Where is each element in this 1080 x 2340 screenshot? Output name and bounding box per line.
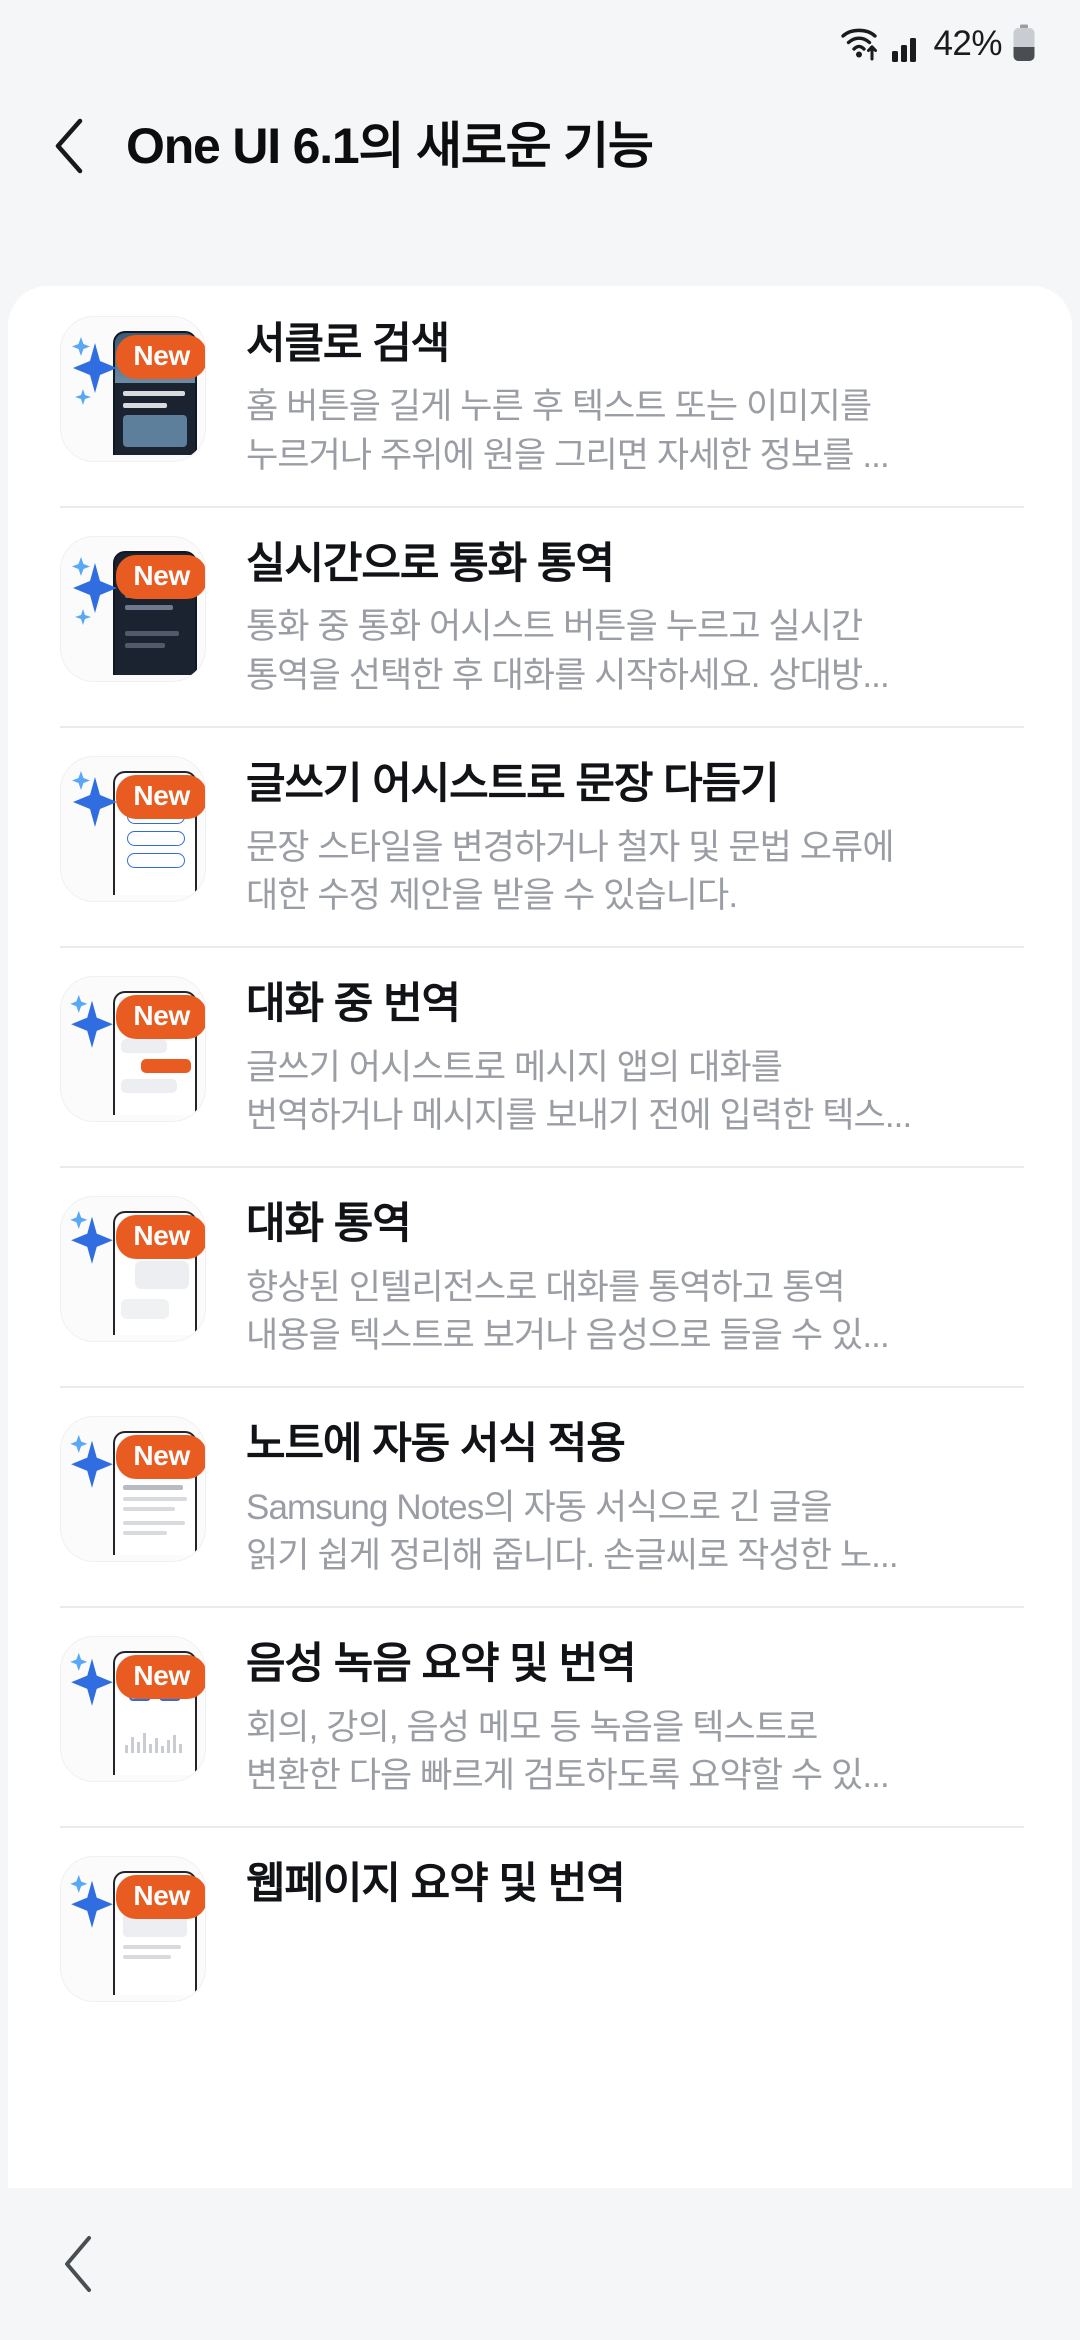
list-item[interactable]: New 실시간으로 통화 통역 통화 중 통화 어시스트 버튼을 누르고 실시간… bbox=[8, 506, 1072, 726]
item-texts: 노트에 자동 서식 적용 Samsung Notes의 자동 서식으로 긴 글을… bbox=[206, 1412, 1024, 1580]
item-texts: 글쓰기 어시스트로 문장 다듬기 문장 스타일을 변경하거나 철자 및 문법 오… bbox=[206, 752, 1024, 920]
item-description: 홈 버튼을 길게 누른 후 텍스트 또는 이미지를 누르거나 주위에 원을 그리… bbox=[246, 383, 1024, 480]
desc-line: 글쓰기 어시스트로 메시지 앱의 대화를 bbox=[246, 1047, 783, 1087]
status-bar: 42% bbox=[0, 0, 1080, 86]
item-title: 대화 통역 bbox=[246, 1200, 412, 1249]
ai-sparkle-icon bbox=[72, 771, 117, 828]
desc-line: 문장 스타일을 변경하거나 철자 및 문법 오류에 bbox=[246, 827, 895, 867]
item-title: 음성 녹음 요약 및 번역 bbox=[246, 1640, 637, 1689]
new-badge: New bbox=[116, 1215, 205, 1260]
cellular-signal-icon bbox=[892, 38, 917, 62]
item-texts: 음성 녹음 요약 및 번역 회의, 강의, 음성 메모 등 녹음을 텍스트로 변… bbox=[206, 1632, 1024, 1800]
desc-line: 회의, 강의, 음성 메모 등 녹음을 텍스트로 bbox=[246, 1707, 818, 1747]
item-title: 글쓰기 어시스트로 문장 다듬기 bbox=[246, 760, 780, 809]
feature-list-card: New 서클로 검색 홈 버튼을 길게 누른 후 텍스트 또는 이미지를 누르거… bbox=[8, 286, 1072, 2188]
battery-percent-label: 42% bbox=[933, 23, 1002, 63]
list-item[interactable]: New 웹페이지 요약 및 번역 bbox=[8, 1826, 1072, 2028]
battery-icon bbox=[1013, 24, 1035, 61]
feature-list: New 서클로 검색 홈 버튼을 길게 누른 후 텍스트 또는 이미지를 누르거… bbox=[8, 286, 1072, 2028]
new-badge: New bbox=[116, 995, 205, 1040]
app-header: One UI 6.1의 새로운 기능 bbox=[0, 86, 1080, 206]
webpage-summary-thumbnail: New bbox=[60, 1856, 206, 2003]
new-badge: New bbox=[116, 1655, 205, 1700]
item-title: 실시간으로 통화 통역 bbox=[246, 540, 615, 589]
voice-recorder-summary-thumbnail: New bbox=[60, 1636, 206, 1783]
item-texts: 대화 중 번역 글쓰기 어시스트로 메시지 앱의 대화를 번역하거나 메시지를 … bbox=[206, 972, 1024, 1140]
item-texts: 서클로 검색 홈 버튼을 길게 누른 후 텍스트 또는 이미지를 누르거나 주위… bbox=[206, 312, 1024, 480]
notes-auto-format-thumbnail: New bbox=[60, 1416, 206, 1563]
list-item[interactable]: New 대화 중 번역 글쓰기 어시스트로 메시지 앱의 대화를 번역하거나 메… bbox=[8, 946, 1072, 1166]
item-description: 문장 스타일을 변경하거나 철자 및 문법 오류에 대한 수정 제안을 받을 수… bbox=[246, 824, 1024, 921]
desc-line: 번역하거나 메시지를 보내기 전에 입력한 텍스... bbox=[246, 1095, 912, 1135]
new-badge: New bbox=[116, 775, 205, 820]
page-title: One UI 6.1의 새로운 기능 bbox=[126, 118, 654, 174]
new-badge: New bbox=[116, 1435, 205, 1480]
item-description: 글쓰기 어시스트로 메시지 앱의 대화를 번역하거나 메시지를 보내기 전에 입… bbox=[246, 1044, 1024, 1141]
nav-back-icon[interactable] bbox=[60, 2233, 96, 2295]
new-badge: New bbox=[116, 555, 205, 600]
desc-line: 향상된 인텔리전스로 대화를 통역하고 통역 bbox=[246, 1267, 846, 1307]
list-item[interactable]: New 서클로 검색 홈 버튼을 길게 누른 후 텍스트 또는 이미지를 누르거… bbox=[8, 286, 1072, 506]
ai-sparkle-icon bbox=[70, 1211, 113, 1264]
interpreter-thumbnail: New bbox=[60, 1196, 206, 1343]
chat-translation-thumbnail: New bbox=[60, 976, 206, 1123]
desc-line: 홈 버튼을 길게 누른 후 텍스트 또는 이미지를 bbox=[246, 387, 872, 427]
item-texts: 웹페이지 요약 및 번역 bbox=[206, 1852, 1024, 1909]
desc-line: 누르거나 주위에 원을 그리면 자세한 정보를 ... bbox=[246, 435, 890, 475]
desc-line: Samsung Notes의 자동 서식으로 긴 글을 bbox=[246, 1487, 833, 1527]
ai-sparkle-icon bbox=[70, 1435, 113, 1489]
desc-line: 내용을 텍스트로 보거나 음성으로 들을 수 있... bbox=[246, 1315, 890, 1355]
item-title: 대화 중 번역 bbox=[246, 980, 461, 1029]
list-item[interactable]: New 노트에 자동 서식 적용 Samsung Notes의 자동 서식으로 … bbox=[8, 1386, 1072, 1606]
wifi-data-icon bbox=[841, 28, 878, 61]
item-title: 서클로 검색 bbox=[246, 320, 450, 368]
item-description: 통화 중 통화 어시스트 버튼을 누르고 실시간 통역을 선택한 후 대화를 시… bbox=[246, 603, 1024, 700]
list-item[interactable]: New 대화 통역 향상된 인텔리전스로 대화를 통역하고 통역 내용을 텍스트… bbox=[8, 1166, 1072, 1386]
phone-screen: 42% One UI 6.1의 새로운 기능 New 서클로 검색 홈 버튼을 … bbox=[0, 0, 1080, 2340]
new-badge: New bbox=[116, 335, 205, 379]
list-item[interactable]: New 글쓰기 어시스트로 문장 다듬기 문장 스타일을 변경하거나 철자 및 … bbox=[8, 726, 1072, 946]
item-title: 웹페이지 요약 및 번역 bbox=[246, 1860, 626, 1909]
ai-sparkle-icon bbox=[72, 557, 117, 626]
ai-sparkle-icon bbox=[72, 337, 117, 405]
desc-line: 읽기 쉽게 정리해 줍니다. 손글씨로 작성한 노... bbox=[246, 1535, 899, 1575]
desc-line: 통역을 선택한 후 대화를 시작하세요. 상대방... bbox=[246, 655, 890, 695]
desc-line: 통화 중 통화 어시스트 버튼을 누르고 실시간 bbox=[246, 607, 863, 647]
new-badge: New bbox=[116, 1875, 205, 1920]
ai-sparkle-icon bbox=[70, 1653, 113, 1707]
back-chevron-icon[interactable] bbox=[52, 116, 86, 176]
item-title: 노트에 자동 서식 적용 bbox=[246, 1420, 626, 1469]
item-description: 회의, 강의, 음성 메모 등 녹음을 텍스트로 변환한 다음 빠르게 검토하도… bbox=[246, 1704, 1024, 1801]
circle-to-search-thumbnail: New bbox=[60, 316, 206, 462]
list-item[interactable]: New 음성 녹음 요약 및 번역 회의, 강의, 음성 메모 등 녹음을 텍스… bbox=[8, 1606, 1072, 1826]
item-texts: 대화 통역 향상된 인텔리전스로 대화를 통역하고 통역 내용을 텍스트로 보거… bbox=[206, 1192, 1024, 1360]
item-description: 향상된 인텔리전스로 대화를 통역하고 통역 내용을 텍스트로 보거나 음성으로… bbox=[246, 1264, 1024, 1361]
item-texts: 실시간으로 통화 통역 통화 중 통화 어시스트 버튼을 누르고 실시간 통역을… bbox=[206, 532, 1024, 700]
writing-assist-thumbnail: New bbox=[60, 756, 206, 903]
system-navigation-bar bbox=[0, 2188, 1080, 2340]
live-call-translate-thumbnail: New bbox=[60, 536, 206, 683]
status-icons bbox=[839, 23, 924, 63]
ai-sparkle-icon bbox=[70, 1875, 113, 1929]
item-description: Samsung Notes의 자동 서식으로 긴 글을 읽기 쉽게 정리해 줍니… bbox=[246, 1484, 1024, 1581]
desc-line: 변환한 다음 빠르게 검토하도록 요약할 수 있... bbox=[246, 1755, 890, 1795]
ai-sparkle-icon bbox=[70, 994, 113, 1048]
desc-line: 대한 수정 제안을 받을 수 있습니다. bbox=[246, 875, 738, 915]
